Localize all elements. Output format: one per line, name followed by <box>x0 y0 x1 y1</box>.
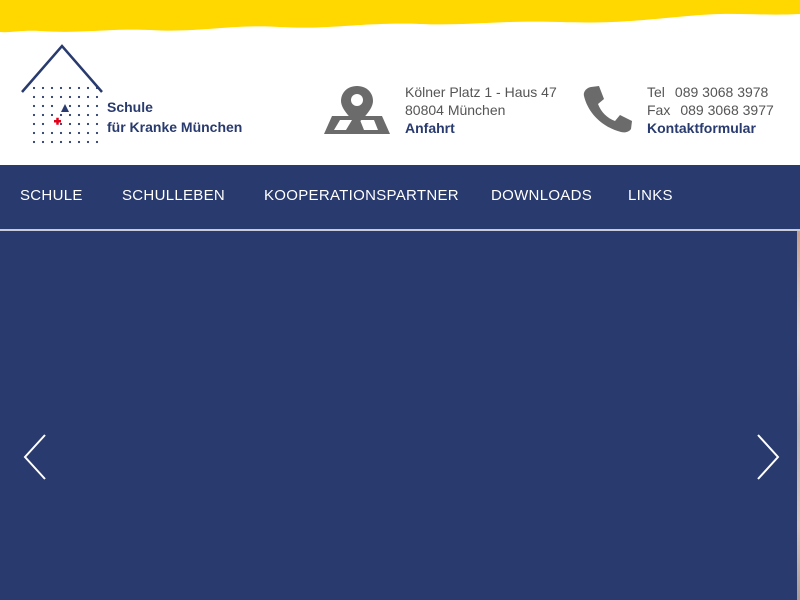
chevron-left-icon[interactable] <box>21 431 51 483</box>
address-street: Kölner Platz 1 - Haus 47 <box>405 84 557 100</box>
contact-block: Tel 089 3068 3978 Fax 089 3068 3977 Kontak… <box>647 83 774 137</box>
site-header: Schule für Kranke München Kölner Platz 1… <box>0 0 800 165</box>
address-city: 80804 München <box>405 102 506 118</box>
house-logo-icon[interactable] <box>18 42 108 152</box>
nav-item-downloads[interactable]: DOWNLOADS <box>491 165 592 229</box>
brand-line-2: für Kranke München <box>107 119 243 135</box>
map-pin-icon <box>324 86 390 134</box>
directions-link[interactable]: Anfahrt <box>405 119 557 137</box>
phone-icon <box>583 86 632 133</box>
fax-row: Fax 089 3068 3977 <box>647 101 774 119</box>
brand-name[interactable]: Schule für Kranke München <box>107 97 242 137</box>
chevron-right-icon[interactable] <box>752 431 782 483</box>
tel-row: Tel 089 3068 3978 <box>647 83 774 101</box>
nav-item-schule[interactable]: SCHULE <box>20 165 83 229</box>
nav-item-schulleben[interactable]: SCHULLEBEN <box>122 165 225 229</box>
nav-item-links[interactable]: LINKS <box>628 165 673 229</box>
brand-line-1: Schule <box>107 99 153 115</box>
hero-slider <box>0 231 800 600</box>
address-block: Kölner Platz 1 - Haus 47 80804 München A… <box>405 83 557 137</box>
main-nav: SCHULE SCHULLEBEN KOOPERATIONSPARTNER DO… <box>0 165 800 231</box>
fax-label: Fax <box>647 102 671 118</box>
fax-number: 089 3068 3977 <box>680 102 774 118</box>
contact-form-link[interactable]: Kontaktformular <box>647 119 774 137</box>
tel-label: Tel <box>647 84 665 100</box>
nav-item-kooperationspartner[interactable]: KOOPERATIONSPARTNER <box>264 165 459 229</box>
tel-number[interactable]: 089 3068 3978 <box>675 84 768 100</box>
